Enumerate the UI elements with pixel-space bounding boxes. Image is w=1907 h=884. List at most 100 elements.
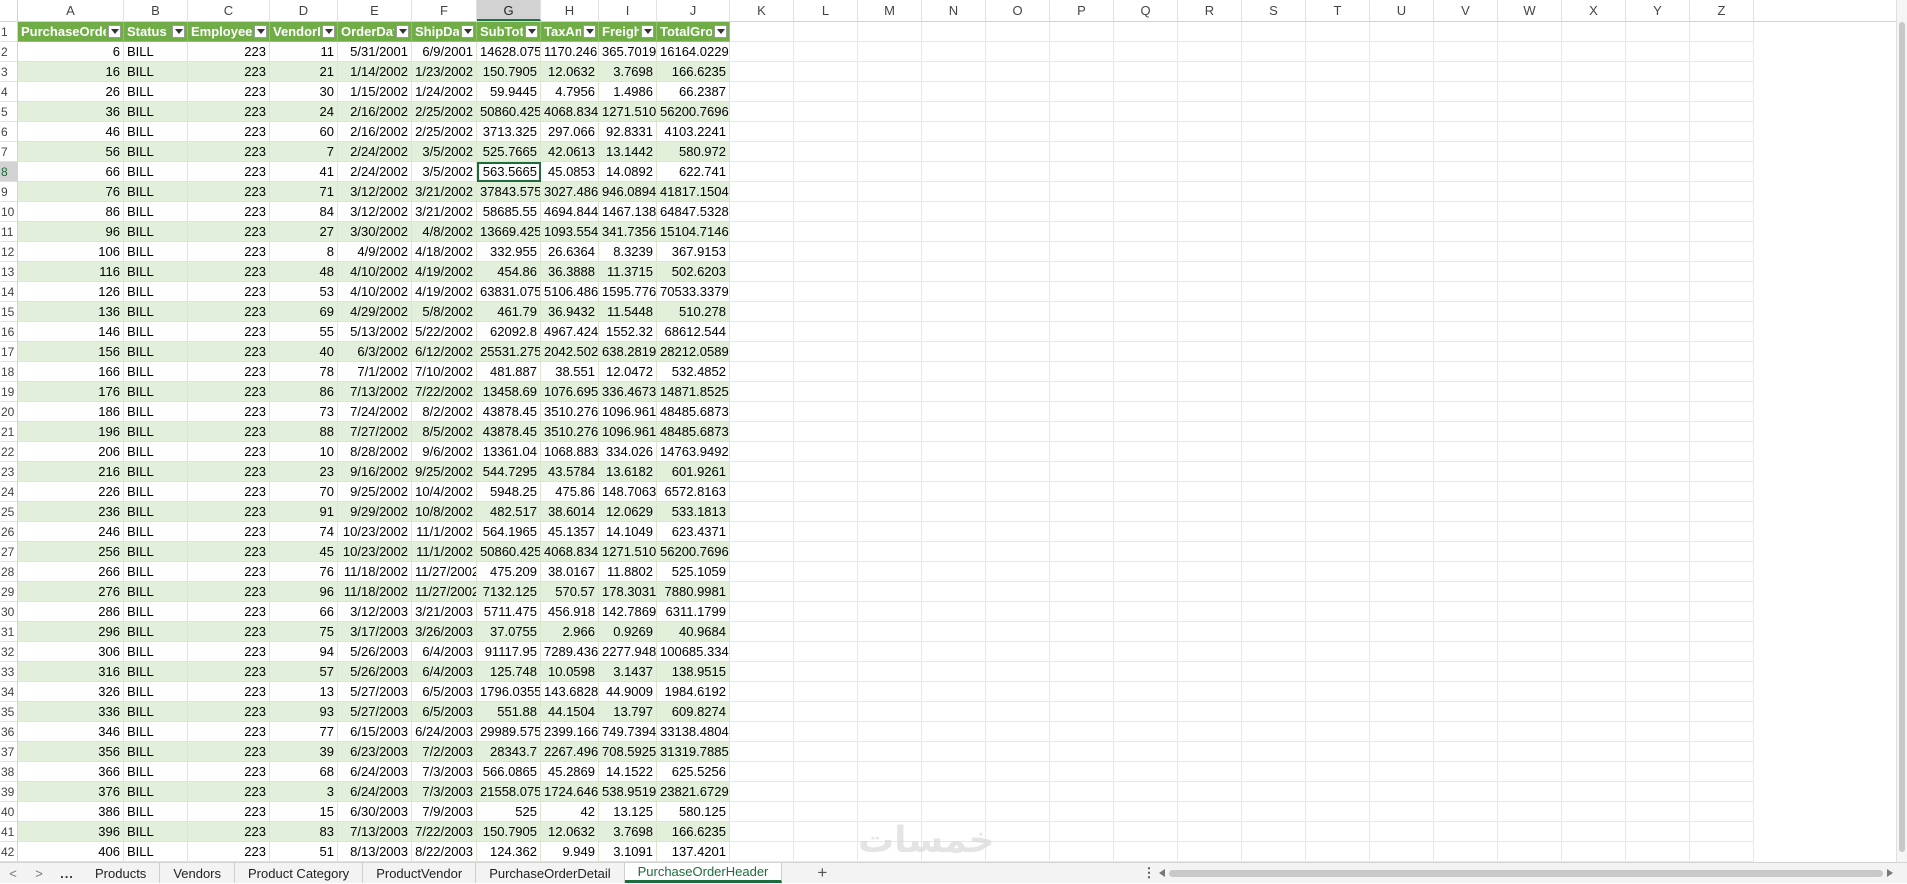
table-cell[interactable]: 749.7394 [599, 722, 657, 742]
empty-cell[interactable] [1498, 122, 1562, 142]
table-cell[interactable]: 83 [270, 822, 338, 842]
table-cell[interactable]: 1/14/2002 [338, 62, 412, 82]
table-cell[interactable]: 150.7905 [477, 822, 541, 842]
empty-cell[interactable] [1562, 42, 1626, 62]
empty-cell[interactable] [858, 482, 922, 502]
table-cell[interactable]: 6/15/2003 [338, 722, 412, 742]
empty-cell[interactable] [1498, 422, 1562, 442]
empty-cell[interactable] [1498, 842, 1562, 862]
column-header-y[interactable]: Y [1626, 0, 1690, 21]
empty-cell[interactable] [1690, 842, 1754, 862]
table-cell[interactable]: 223 [188, 642, 270, 662]
empty-cell[interactable] [1242, 302, 1306, 322]
empty-cell[interactable] [1370, 182, 1434, 202]
table-cell[interactable]: 60 [270, 122, 338, 142]
table-cell[interactable]: 176 [18, 382, 124, 402]
table-cell[interactable]: 3/12/2003 [338, 602, 412, 622]
table-cell[interactable]: 223 [188, 82, 270, 102]
empty-cell[interactable] [1114, 662, 1178, 682]
table-cell[interactable]: 24 [270, 102, 338, 122]
empty-cell[interactable] [922, 402, 986, 422]
empty-cell[interactable] [794, 122, 858, 142]
empty-cell[interactable] [1114, 802, 1178, 822]
empty-cell[interactable] [1434, 622, 1498, 642]
empty-cell[interactable] [1050, 202, 1114, 222]
empty-cell[interactable] [1370, 302, 1434, 322]
empty-cell[interactable] [1050, 362, 1114, 382]
empty-cell[interactable] [986, 182, 1050, 202]
table-cell[interactable]: 223 [188, 522, 270, 542]
empty-cell[interactable] [986, 822, 1050, 842]
empty-cell[interactable] [1114, 282, 1178, 302]
table-cell[interactable]: 21 [270, 62, 338, 82]
table-cell[interactable]: 66 [270, 602, 338, 622]
filter-dropdown-icon[interactable] [322, 25, 335, 38]
table-cell[interactable]: BILL [124, 662, 188, 682]
empty-cell[interactable] [1562, 582, 1626, 602]
table-cell[interactable]: 156 [18, 342, 124, 362]
table-cell[interactable]: 11.3715 [599, 262, 657, 282]
empty-cell[interactable] [794, 742, 858, 762]
table-cell[interactable]: 55 [270, 322, 338, 342]
empty-cell[interactable] [730, 402, 794, 422]
empty-cell[interactable] [730, 362, 794, 382]
empty-cell[interactable] [922, 702, 986, 722]
empty-cell[interactable] [1434, 262, 1498, 282]
table-cell[interactable]: 2/16/2002 [338, 122, 412, 142]
filter-dropdown-icon[interactable] [461, 25, 474, 38]
empty-cell[interactable] [1114, 62, 1178, 82]
row-header[interactable]: 29 [0, 582, 18, 602]
table-cell[interactable]: 2/24/2002 [338, 142, 412, 162]
empty-cell[interactable] [1306, 522, 1370, 542]
table-cell[interactable]: 223 [188, 302, 270, 322]
table-cell[interactable]: 166 [18, 362, 124, 382]
table-cell[interactable]: 12.0472 [599, 362, 657, 382]
empty-cell[interactable] [1370, 802, 1434, 822]
empty-cell[interactable] [1626, 202, 1690, 222]
empty-cell[interactable] [1114, 822, 1178, 842]
table-cell[interactable]: 16 [18, 62, 124, 82]
column-header-u[interactable]: U [1370, 0, 1434, 21]
empty-cell[interactable] [1498, 642, 1562, 662]
empty-cell[interactable] [1242, 622, 1306, 642]
table-cell[interactable]: 7/2/2003 [412, 742, 477, 762]
empty-cell[interactable] [1242, 542, 1306, 562]
empty-cell[interactable] [1114, 782, 1178, 802]
table-cell[interactable]: 27 [270, 222, 338, 242]
empty-cell[interactable] [1114, 402, 1178, 422]
table-cell[interactable]: 5948.25 [477, 482, 541, 502]
empty-cell[interactable] [1178, 402, 1242, 422]
empty-cell[interactable] [730, 482, 794, 502]
table-cell[interactable]: 92.8331 [599, 122, 657, 142]
empty-cell[interactable] [730, 642, 794, 662]
empty-cell[interactable] [1242, 702, 1306, 722]
empty-cell[interactable] [858, 462, 922, 482]
empty-cell[interactable] [1690, 202, 1754, 222]
empty-cell[interactable] [1626, 502, 1690, 522]
empty-cell[interactable] [1434, 362, 1498, 382]
empty-cell[interactable] [730, 102, 794, 122]
row-header[interactable]: 24 [0, 482, 18, 502]
row-header[interactable]: 33 [0, 662, 18, 682]
row-header[interactable]: 32 [0, 642, 18, 662]
column-header-l[interactable]: L [794, 0, 858, 21]
empty-cell[interactable] [1626, 802, 1690, 822]
empty-cell[interactable] [1690, 502, 1754, 522]
empty-cell[interactable] [1690, 622, 1754, 642]
sheet-tab-productvendor[interactable]: ProductVendor [363, 863, 477, 883]
table-cell[interactable]: 2/24/2002 [338, 162, 412, 182]
empty-cell[interactable] [730, 22, 794, 42]
empty-cell[interactable] [1306, 562, 1370, 582]
empty-cell[interactable] [1114, 342, 1178, 362]
table-cell[interactable]: 11/18/2002 [338, 582, 412, 602]
empty-cell[interactable] [1562, 642, 1626, 662]
empty-cell[interactable] [986, 122, 1050, 142]
empty-cell[interactable] [1498, 162, 1562, 182]
empty-cell[interactable] [1050, 342, 1114, 362]
row-header[interactable]: 16 [0, 322, 18, 342]
table-cell[interactable]: 1271.5106 [599, 102, 657, 122]
empty-cell[interactable] [986, 662, 1050, 682]
empty-cell[interactable] [1626, 422, 1690, 442]
table-cell[interactable]: 3.1091 [599, 842, 657, 862]
empty-cell[interactable] [1370, 462, 1434, 482]
